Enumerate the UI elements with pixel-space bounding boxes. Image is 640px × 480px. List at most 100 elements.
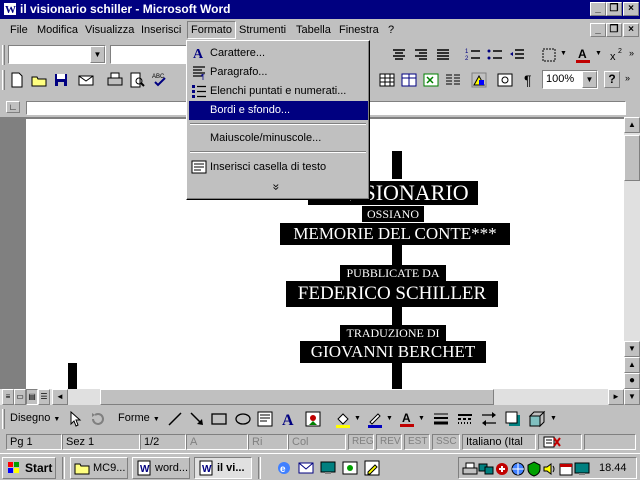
scroll-up-button[interactable]: ▲ <box>624 117 640 133</box>
print-layout-button[interactable]: ▤ <box>26 389 38 405</box>
tab-selector[interactable]: ∟ <box>6 101 20 113</box>
toolbar-grip[interactable] <box>2 45 5 65</box>
chevron-down-icon[interactable]: ▼ <box>595 50 602 57</box>
wordart-icon[interactable]: A <box>280 410 298 428</box>
style-combo[interactable]: ▼ <box>8 45 106 64</box>
hscroll-thumb[interactable] <box>100 389 494 405</box>
menu-visualizza[interactable]: Visualizza <box>85 24 134 36</box>
mail-recipient-icon[interactable] <box>77 71 95 89</box>
horizontal-scrollbar[interactable]: ≡ ▭ ▤ ☰ ◄ ► <box>0 389 624 405</box>
tables-borders-icon[interactable] <box>400 71 418 89</box>
chevron-down-icon[interactable]: ▼ <box>354 415 361 422</box>
document-map-icon[interactable] <box>496 71 514 89</box>
chevron-down-icon[interactable]: ▼ <box>90 46 105 63</box>
internet-explorer-icon[interactable]: e <box>276 460 292 476</box>
taskbar-item-word[interactable]: W word... <box>132 457 190 479</box>
tray-network-icon[interactable] <box>478 461 494 477</box>
menu-file[interactable]: File <box>10 24 28 36</box>
scroll-down-button[interactable]: ▼ <box>624 341 640 357</box>
previous-page-button[interactable]: ▲ <box>624 357 640 373</box>
web-layout-button[interactable]: ▭ <box>14 389 26 405</box>
status-mode-ssc[interactable]: SSC <box>432 434 460 450</box>
desktop-icon[interactable] <box>320 460 336 476</box>
channels-icon[interactable] <box>342 460 358 476</box>
textbox-tool-icon[interactable] <box>256 410 274 428</box>
status-language[interactable]: Italiano (Ital <box>462 434 536 450</box>
menu-strumenti[interactable]: Strumenti <box>239 24 286 36</box>
tray-volume-icon[interactable] <box>542 461 558 477</box>
font-combo[interactable] <box>110 45 190 64</box>
tray-printer-icon[interactable] <box>462 461 478 477</box>
spelling-status-icon[interactable] <box>538 434 582 450</box>
autoshapes-menu-button[interactable]: Forme ▼ <box>118 412 160 424</box>
toolbar-grip[interactable] <box>2 409 5 429</box>
3d-icon[interactable] <box>528 410 546 428</box>
next-page-button[interactable]: ▼ <box>624 389 640 405</box>
doc-close-button[interactable]: × <box>623 23 639 37</box>
free-rotate-icon[interactable] <box>88 410 106 428</box>
oval-tool-icon[interactable] <box>234 410 252 428</box>
open-folder-icon[interactable] <box>30 71 48 89</box>
menu-tabella[interactable]: Tabella <box>296 24 331 36</box>
rectangle-tool-icon[interactable] <box>210 410 228 428</box>
decrease-indent-icon[interactable] <box>508 46 526 64</box>
chevron-down-icon[interactable]: ▼ <box>418 415 425 422</box>
arrow-style-icon[interactable] <box>480 410 498 428</box>
columns-icon[interactable] <box>444 71 462 89</box>
start-button[interactable]: Start <box>2 457 56 479</box>
menu-item-maiuscole[interactable]: Maiuscole/minuscole... <box>189 129 368 148</box>
chevron-down-icon[interactable]: ▼ <box>582 71 597 88</box>
expand-menu-chevron-icon[interactable]: » <box>269 184 283 191</box>
borders-icon[interactable] <box>540 46 558 64</box>
dash-style-icon[interactable] <box>456 410 474 428</box>
scroll-right-button[interactable]: ► <box>608 389 624 405</box>
restore-button[interactable]: ❐ <box>606 2 622 16</box>
fill-color-icon[interactable] <box>334 410 352 428</box>
numbering-icon[interactable]: 12 <box>464 46 482 64</box>
word-app-icon[interactable]: W <box>3 2 17 16</box>
tray-monitor-icon[interactable] <box>574 461 590 477</box>
taskbar-item-mc9[interactable]: MC9... <box>70 457 128 479</box>
vertical-scrollbar[interactable]: ▲ ▼ ▲ ● <box>624 117 640 389</box>
menu-modifica[interactable]: Modifica <box>37 24 78 36</box>
clipart-icon[interactable] <box>304 410 322 428</box>
save-icon[interactable] <box>52 71 70 89</box>
line-style-icon[interactable] <box>432 410 450 428</box>
superscript-icon[interactable]: x2 <box>608 46 626 64</box>
toolbar-more-icon[interactable]: » <box>625 73 630 83</box>
menu-finestra[interactable]: Finestra <box>339 24 379 36</box>
scroll-thumb[interactable] <box>624 135 640 181</box>
doc-minimize-button[interactable]: _ <box>590 23 606 37</box>
draw-menu-button[interactable]: Disegno ▼ <box>10 412 60 424</box>
toolbar-more-icon[interactable]: » <box>629 48 634 58</box>
status-mode-rev[interactable]: REV <box>376 434 402 450</box>
print-icon[interactable] <box>106 71 124 89</box>
align-center-icon[interactable] <box>390 46 408 64</box>
font-color-icon[interactable]: A <box>574 46 592 64</box>
menu-formato[interactable]: Formato <box>187 21 236 39</box>
line-color-icon[interactable] <box>366 410 384 428</box>
status-mode-est[interactable]: EST <box>404 434 430 450</box>
menu-item-paragrafo[interactable]: ¶ Paragrafo... <box>189 63 368 82</box>
tray-antivirus-icon[interactable] <box>494 461 510 477</box>
drawing-icon[interactable] <box>470 71 488 89</box>
insert-table-icon[interactable] <box>378 71 396 89</box>
print-preview-icon[interactable] <box>128 71 146 89</box>
menu-inserisci[interactable]: Inserisci <box>141 24 181 36</box>
menu-item-casella-testo[interactable]: Inserisci casella di testo <box>189 158 368 177</box>
toolbar-grip[interactable] <box>2 70 5 90</box>
menu-item-carattere[interactable]: A Carattere... <box>189 44 368 63</box>
chevron-down-icon[interactable]: ▼ <box>550 415 557 422</box>
insert-excel-icon[interactable] <box>422 71 440 89</box>
status-mode-reg[interactable]: REG <box>348 434 374 450</box>
doc-restore-button[interactable]: ❐ <box>606 23 622 37</box>
spelling-icon[interactable]: ABC <box>151 71 169 89</box>
bullets-icon[interactable] <box>486 46 504 64</box>
align-right-icon[interactable] <box>412 46 430 64</box>
show-hide-pilcrow-button[interactable]: ¶ <box>524 72 532 88</box>
chevron-down-icon[interactable]: ▼ <box>386 415 393 422</box>
zoom-combo[interactable]: 100% ▼ <box>542 70 598 89</box>
select-objects-icon[interactable] <box>66 410 84 428</box>
office-assistant-button[interactable]: ? <box>604 71 620 88</box>
minimize-button[interactable]: _ <box>590 2 606 16</box>
